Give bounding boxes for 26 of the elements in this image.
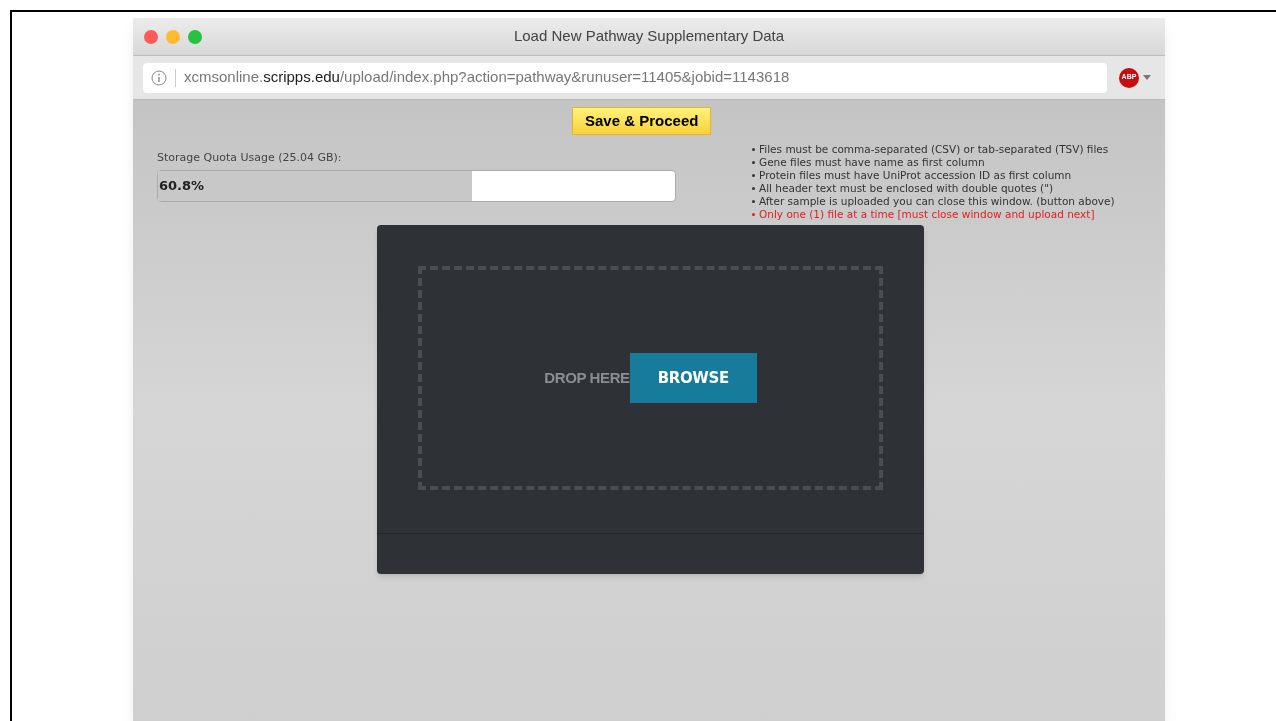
- note-text: Protein files must have UniProt accession ID as first column: [759, 169, 1072, 182]
- window-title: Load New Pathway Supplementary Data: [513, 26, 785, 47]
- browse-button[interactable]: BROWSE: [629, 353, 757, 403]
- minimize-button[interactable]: [166, 29, 180, 44]
- address-field[interactable]: xcmsonline.scripps.edu/upload/index.php?action=pathway&runuser=11405&jobid=1143618: [143, 62, 1107, 93]
- storage-reading: 60.8%: [159, 176, 205, 195]
- close-button[interactable]: [144, 29, 158, 44]
- bullet-icon: [752, 174, 755, 177]
- caret-icon[interactable]: [1143, 75, 1151, 80]
- note-text: Files must be comma-separated (CSV) or tab-separated (TSV) files: [759, 143, 1109, 156]
- info-icon: [151, 69, 167, 86]
- save-proceed-button[interactable]: Save & Proceed: [572, 107, 712, 135]
- bullet-icon: [752, 213, 755, 216]
- note-text: All header text must be enclosed with double quotes ("): [759, 182, 1054, 195]
- bullet-icon: [752, 187, 755, 190]
- drop-zone[interactable]: DROP HERE BROWSE: [418, 266, 883, 490]
- bullet-icon: [752, 161, 755, 164]
- bullet-icon: [752, 200, 755, 203]
- storage-label: Storage Quota Usage (25.04 GB):: [157, 150, 343, 166]
- bullet-icon: [752, 148, 755, 151]
- note-text: Only one (1) file at a time [must close window and upload next]: [759, 208, 1095, 221]
- note-text: After sample is uploaded you can close this window. (button above): [759, 195, 1115, 208]
- drop-hint: DROP HERE: [544, 367, 630, 388]
- zoom-button[interactable]: [188, 29, 202, 44]
- url-text: xcmsonline.scripps.edu/upload/index.php?action=pathway&runuser=11405&jobid=1143618: [184, 67, 790, 88]
- note-text: Gene files must have name as first column: [759, 156, 985, 169]
